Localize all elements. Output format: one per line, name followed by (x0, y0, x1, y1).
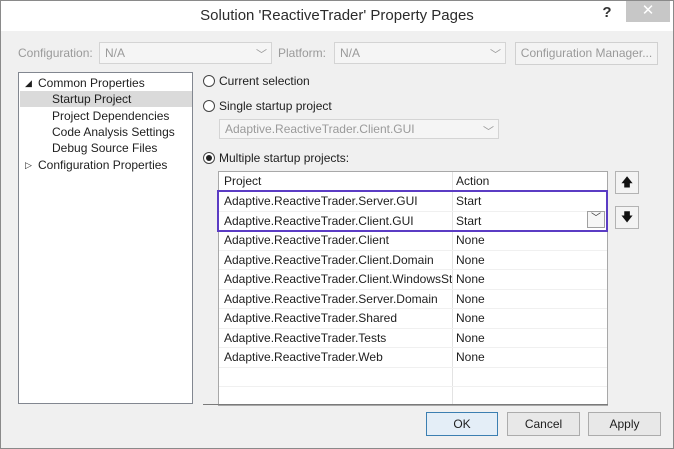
configuration-select[interactable]: N/A ﹀ (99, 42, 272, 64)
platform-value: N/A (340, 46, 361, 60)
settings-tree: ◢ Common Properties Startup Project Proj… (18, 72, 193, 404)
chevron-down-icon: ﹀ (490, 49, 501, 61)
multiple-startup-label: Multiple startup projects: (219, 151, 350, 165)
configuration-label: Configuration: (18, 46, 93, 60)
project-cell: Adaptive.ReactiveTrader.Client.GUI (224, 213, 414, 228)
project-cell: Adaptive.ReactiveTrader.Tests (224, 330, 387, 345)
header-action[interactable]: Action (456, 172, 576, 191)
single-startup-select[interactable]: Adaptive.ReactiveTrader.Client.GUI ﹀ (219, 119, 499, 139)
arrow-up-icon: 🡅 (620, 175, 634, 189)
arrow-down-icon: 🡇 (620, 210, 634, 224)
action-cell[interactable]: None (456, 329, 576, 348)
action-dropdown-button[interactable]: ﹀ (587, 211, 605, 228)
platform-select[interactable]: N/A ﹀ (334, 42, 506, 64)
project-cell: Adaptive.ReactiveTrader.Client (224, 233, 389, 247)
cancel-button[interactable]: Cancel (507, 412, 580, 436)
radio-button[interactable] (203, 75, 215, 87)
move-up-button[interactable]: 🡅 (615, 171, 639, 194)
project-cell: Adaptive.ReactiveTrader.Server.GUI (224, 194, 418, 208)
action-cell[interactable]: None (456, 290, 576, 309)
configuration-manager-button[interactable]: Configuration Manager... (515, 42, 658, 65)
table-row[interactable]: Adaptive.ReactiveTrader.Client.Domain No… (219, 251, 607, 270)
title-bar: Solution 'ReactiveTrader' Property Pages… (1, 1, 673, 31)
project-cell: Adaptive.ReactiveTrader.Shared (224, 311, 397, 325)
empty-row (219, 368, 607, 387)
close-button[interactable]: ✕ (626, 1, 670, 22)
chevron-down-icon: ﹀ (256, 49, 267, 61)
table-row[interactable]: Adaptive.ReactiveTrader.Shared None (219, 309, 607, 329)
tree-item-code-analysis-settings[interactable]: Code Analysis Settings (52, 124, 175, 140)
ok-button[interactable]: OK (426, 412, 498, 436)
project-cell: Adaptive.ReactiveTrader.Client.Domain (224, 252, 434, 267)
action-cell[interactable]: Start (456, 212, 576, 231)
table-row[interactable]: Adaptive.ReactiveTrader.Server.Domain No… (219, 290, 607, 309)
collapsed-arrow-icon[interactable]: ▷ (25, 157, 32, 173)
multiple-startup-option[interactable]: Multiple startup projects: (203, 151, 349, 165)
grid-header: Project Action (219, 172, 607, 191)
current-selection-option[interactable]: Current selection (203, 74, 310, 88)
move-down-button[interactable]: 🡇 (615, 206, 639, 229)
radio-button-checked[interactable] (203, 152, 215, 164)
action-cell[interactable]: Start (456, 192, 576, 211)
action-cell[interactable]: None (456, 231, 576, 250)
table-row[interactable]: Adaptive.ReactiveTrader.Client.GUI Start (219, 212, 607, 231)
startup-projects-grid: Project Action Adaptive.ReactiveTrader.S… (218, 171, 608, 406)
table-row[interactable]: Adaptive.ReactiveTrader.Tests None (219, 329, 607, 348)
action-cell[interactable]: None (456, 270, 576, 289)
table-row[interactable]: Adaptive.ReactiveTrader.Client None (219, 231, 607, 251)
tree-item-label: Startup Project (52, 92, 132, 106)
chevron-down-icon: ﹀ (591, 213, 601, 224)
header-project[interactable]: Project (224, 172, 452, 191)
expanded-arrow-icon[interactable]: ◢ (25, 75, 32, 91)
configuration-value: N/A (105, 46, 126, 60)
current-selection-label: Current selection (219, 74, 310, 88)
action-cell[interactable]: None (456, 309, 576, 328)
table-row[interactable]: Adaptive.ReactiveTrader.Web None (219, 348, 607, 368)
platform-label: Platform: (278, 46, 327, 60)
single-startup-option[interactable]: Single startup project (203, 99, 332, 113)
single-startup-value: Adaptive.ReactiveTrader.Client.GUI (225, 122, 415, 136)
action-cell[interactable]: None (456, 251, 576, 270)
project-cell: Adaptive.ReactiveTrader.Server.Domain (224, 291, 438, 306)
radio-button[interactable] (203, 100, 215, 112)
help-button[interactable]: ? (597, 3, 617, 25)
single-startup-label: Single startup project (219, 99, 332, 113)
tree-item-startup-project[interactable]: Startup Project (20, 91, 192, 107)
action-cell[interactable]: None (456, 348, 576, 367)
tree-item-debug-source-files[interactable]: Debug Source Files (52, 140, 157, 156)
window-title: Solution 'ReactiveTrader' Property Pages (200, 7, 474, 24)
table-row[interactable]: Adaptive.ReactiveTrader.Client.WindowsSt… (219, 270, 607, 290)
project-cell: Adaptive.ReactiveTrader.Web (224, 350, 383, 364)
project-cell: Adaptive.ReactiveTrader.Client.WindowsSt… (224, 272, 452, 286)
chevron-down-icon: ﹀ (483, 126, 494, 138)
apply-button[interactable]: Apply (588, 412, 661, 436)
divider (203, 404, 608, 405)
property-pages-window: Solution 'ReactiveTrader' Property Pages… (0, 0, 674, 449)
table-row[interactable]: Adaptive.ReactiveTrader.Server.GUI Start (219, 192, 607, 212)
tree-item-label: Configuration Properties (38, 158, 168, 172)
tree-item-label: Common Properties (38, 76, 145, 90)
tree-item-project-dependencies[interactable]: Project Dependencies (52, 108, 169, 124)
